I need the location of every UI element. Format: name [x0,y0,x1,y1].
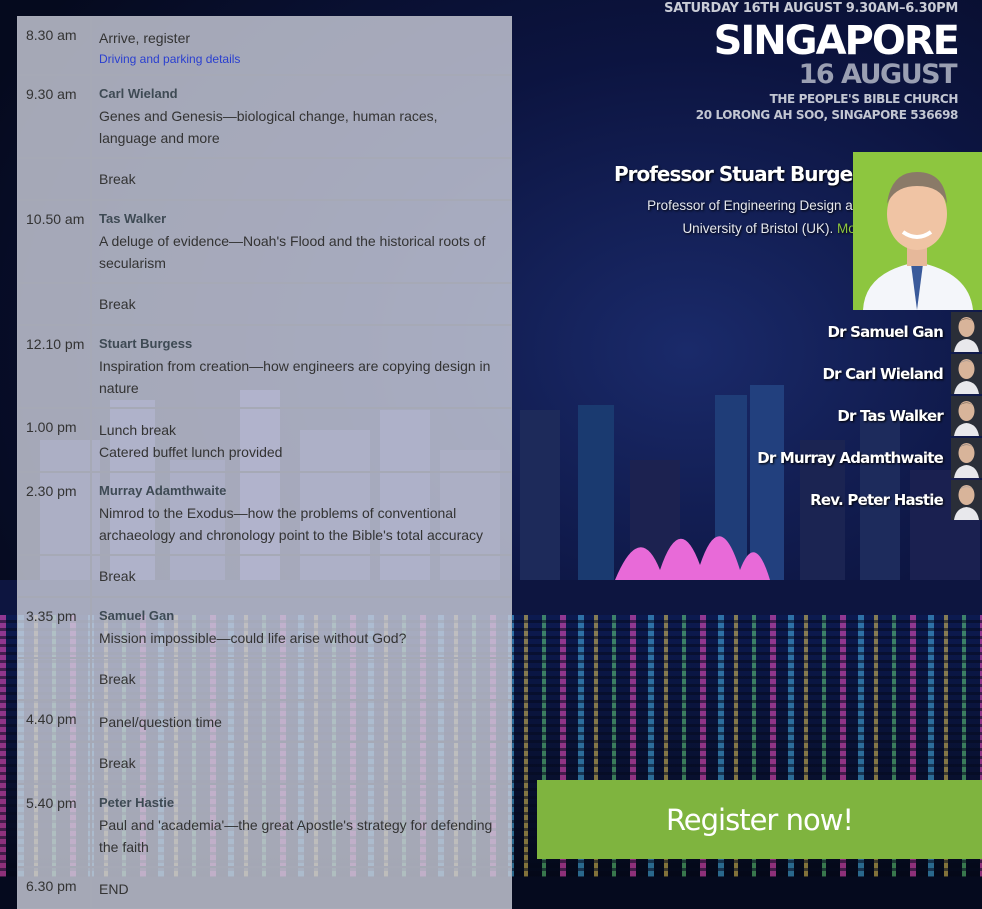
speaker-name: Dr Tas Walker [837,407,943,425]
schedule-time: 2.30 pm [18,473,92,554]
schedule-table: 8.30 am Arrive, register Driving and parki… [17,16,512,909]
session-speaker: Peter Hastie [99,795,175,810]
schedule-time: 1.00 pm [18,409,92,471]
session-speaker: Carl Wieland [99,86,178,101]
event-address: 20 LORONG AH SOO, SINGAPORE 536698 [695,108,959,122]
session-title: Genes and Genesis—biological change, hum… [99,108,438,146]
featured-speaker-name: Professor Stuart Burgess [613,162,875,186]
session-title: Inspiration from creation—how engineers … [99,358,491,396]
speaker-item[interactable]: Rev. Peter Hastie [757,479,982,521]
schedule-time [18,743,92,783]
speaker-name: Dr Samuel Gan [827,323,943,341]
schedule-content: END [92,868,511,908]
session-title: Break [99,755,136,771]
session-title: Break [99,671,136,687]
schedule-content: Samuel Gan Mission impossible—could life … [92,598,511,657]
session-subtitle: Catered buffet lunch provided [99,444,283,460]
schedule-row: 10.50 am Tas Walker A deluge of evidence—N… [18,201,511,284]
speaker-name: Rev. Peter Hastie [810,491,944,509]
schedule-content: Break [92,659,511,699]
schedule-time [18,556,92,596]
schedule-row: 6.30 pm END [18,868,511,908]
schedule-row: Break [18,659,511,701]
featured-speaker-bio: Professor of Engineering Design at the U… [619,194,879,240]
schedule-row: Break [18,743,511,785]
schedule-content: Break [92,159,511,199]
speaker-name: Dr Murray Adamthwaite [757,449,944,467]
schedule-row: Break [18,284,511,326]
schedule-content: Lunch break Catered buffet lunch provided [92,409,511,471]
speaker-photo-icon [951,312,982,352]
speaker-item[interactable]: Dr Carl Wieland [757,353,982,395]
speaker-item[interactable]: Dr Tas Walker [757,395,982,437]
speaker-photo-icon [951,438,982,478]
speaker-photo-icon [951,396,982,436]
schedule-content: Carl Wieland Genes and Genesis—biological… [92,76,511,157]
person-portrait-icon [863,172,973,310]
schedule-row: 2.30 pm Murray Adamthwaite Nimrod to the E… [18,473,511,556]
schedule-time: 8.30 am [18,17,92,74]
schedule-content: Stuart Burgess Inspiration from creation—… [92,326,511,407]
event-date: 16 AUGUST [798,59,958,90]
speaker-name: Dr Carl Wieland [822,365,943,383]
schedule-time: 5.40 pm [18,785,92,866]
session-speaker: Murray Adamthwaite [99,483,227,498]
schedule-row: 8.30 am Arrive, register Driving and parki… [18,17,511,76]
session-title: Panel/question time [99,714,222,730]
event-city: SINGAPORE [713,18,960,64]
session-title: Break [99,296,136,312]
schedule-row: 3.35 pm Samuel Gan Mission impossible—coul… [18,598,511,659]
schedule-time: 12.10 pm [18,326,92,407]
session-title: END [99,881,129,897]
speaker-list: Dr Samuel Gan Dr Carl Wieland Dr Tas Walke… [757,311,982,521]
event-header: SATURDAY 16TH AUGUST 9.30AM–6.30PM SINGA… [664,0,960,123]
schedule-content: Panel/question time [92,701,511,741]
schedule-row: 12.10 pm Stuart Burgess Inspiration from c… [18,326,511,409]
schedule-content: Peter Hastie Paul and 'academia'—the grea… [92,785,511,866]
schedule-time [18,284,92,324]
schedule-content: Break [92,743,511,783]
schedule-time: 4.40 pm [18,701,92,741]
driving-parking-link[interactable]: Driving and parking details [99,52,497,66]
session-speaker: Tas Walker [99,211,167,226]
schedule-row: 5.40 pm Peter Hastie Paul and 'academia'—t… [18,785,511,868]
session-title: Paul and 'academia'—the great Apostle's … [99,817,493,855]
speaker-photo-icon [951,354,982,394]
featured-speaker-photo [853,152,982,310]
schedule-time: 6.30 pm [18,868,92,908]
schedule-row: 4.40 pm Panel/question time [18,701,511,743]
schedule-row: Break [18,159,511,201]
schedule-content: Tas Walker A deluge of evidence—Noah's Fl… [92,201,511,282]
session-speaker: Samuel Gan [99,608,175,623]
schedule-content: Murray Adamthwaite Nimrod to the Exodus—h… [92,473,511,554]
session-title: Break [99,171,136,187]
schedule-row: Break [18,556,511,598]
schedule-row: 1.00 pm Lunch break Catered buffet lunch p… [18,409,511,473]
schedule-time [18,659,92,699]
event-venue: THE PEOPLE'S BIBLE CHURCH [769,92,959,106]
schedule-content: Arrive, register Driving and parking deta… [92,17,511,74]
speaker-photo-icon [951,480,982,520]
event-datetime: SATURDAY 16TH AUGUST 9.30AM–6.30PM [664,1,958,16]
schedule-time: 9.30 am [18,76,92,157]
schedule-content: Break [92,284,511,324]
schedule-content: Break [92,556,511,596]
schedule-row: 9.30 am Carl Wieland Genes and Genesis—bio… [18,76,511,159]
session-title: A deluge of evidence—Noah's Flood and th… [99,233,486,271]
speaker-item[interactable]: Dr Samuel Gan [757,311,982,353]
session-title: Arrive, register [99,30,191,46]
session-title: Nimrod to the Exodus—how the problems of… [99,505,484,543]
session-title: Lunch break [99,422,177,438]
schedule-time: 3.35 pm [18,598,92,657]
schedule-time [18,159,92,199]
session-title: Break [99,568,136,584]
schedule-time: 10.50 am [18,201,92,282]
session-title: Mission impossible—could life arise with… [99,630,407,646]
speaker-item[interactable]: Dr Murray Adamthwaite [757,437,982,479]
session-speaker: Stuart Burgess [99,336,193,351]
register-button[interactable]: Register now! [537,780,982,859]
